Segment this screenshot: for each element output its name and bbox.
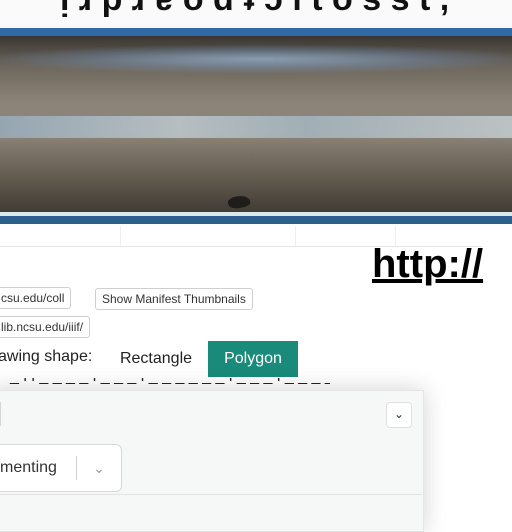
panel-collapse-button[interactable]: ⌄: [386, 402, 412, 428]
top-heading-fragment: ᴉ ɹ p ɹ ɐ o d ʇ ɔ l t o s s t ,: [60, 0, 449, 19]
iiif-url-field-secondary[interactable]: lib.ncsu.edu/iiif/: [0, 316, 91, 338]
toolbar-divider: [120, 226, 121, 246]
photo-highlight: [0, 44, 512, 74]
iiif-url-field[interactable]: csu.edu/coll: [0, 287, 72, 309]
chevron-down-icon[interactable]: ⌄: [89, 456, 109, 480]
motivation-select-value: menting: [0, 459, 57, 476]
toolbar-divider: [295, 226, 296, 246]
viewer-bottom-border: [0, 216, 512, 224]
chevron-down-icon: ⌄: [393, 407, 405, 421]
url-heading[interactable]: http://: [372, 242, 483, 287]
panel-edge: [0, 402, 1, 426]
panel-divider: [0, 494, 422, 495]
polygon-button[interactable]: Polygon: [208, 341, 298, 377]
drawing-shape-label: awing shape:: [0, 348, 93, 365]
select-separator: [76, 456, 77, 480]
show-manifest-thumbnails-button[interactable]: Show Manifest Thumbnails: [95, 288, 253, 310]
partial-text: _ l l _ _ _ _ l _ _ _ l _ _ _ _ _ _ l _ …: [10, 378, 330, 386]
rectangle-button[interactable]: Rectangle: [108, 341, 204, 377]
photo-object: [226, 193, 252, 211]
image-viewer[interactable]: [0, 36, 512, 214]
top-heading-strip: ᴉ ɹ p ɹ ɐ o d ʇ ɔ l t o s s t ,: [0, 0, 512, 30]
photo-band: [0, 116, 512, 138]
